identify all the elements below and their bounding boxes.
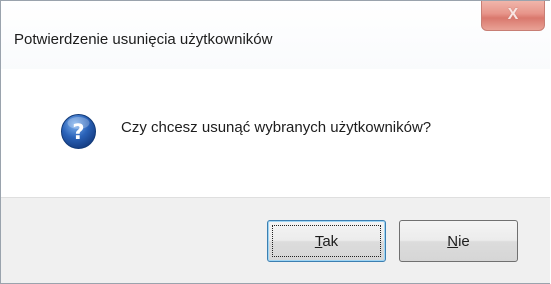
yes-button[interactable]: Tak: [267, 220, 386, 262]
no-label-rest: ie: [458, 233, 470, 250]
svg-text:?: ?: [72, 120, 84, 144]
close-button[interactable]: X: [481, 1, 545, 31]
confirm-delete-dialog: Potwierdzenie usunięcia użytkowników X ?…: [0, 0, 550, 284]
button-bar: Tak Nie: [1, 197, 550, 283]
dialog-title: Potwierdzenie usunięcia użytkowników: [14, 31, 273, 48]
confirmation-message: Czy chcesz usunąć wybranych użytkowników…: [121, 119, 432, 136]
no-button-label: Nie: [447, 233, 470, 250]
dialog-content: ? Czy chcesz usunąć wybranych użytkownik…: [1, 69, 550, 197]
question-icon: ?: [61, 114, 96, 149]
yes-button-label: Tak: [315, 233, 338, 250]
no-button[interactable]: Nie: [399, 220, 518, 262]
no-mnemonic: N: [447, 233, 459, 250]
close-icon: X: [507, 6, 519, 23]
yes-label-rest: ak: [322, 233, 339, 250]
